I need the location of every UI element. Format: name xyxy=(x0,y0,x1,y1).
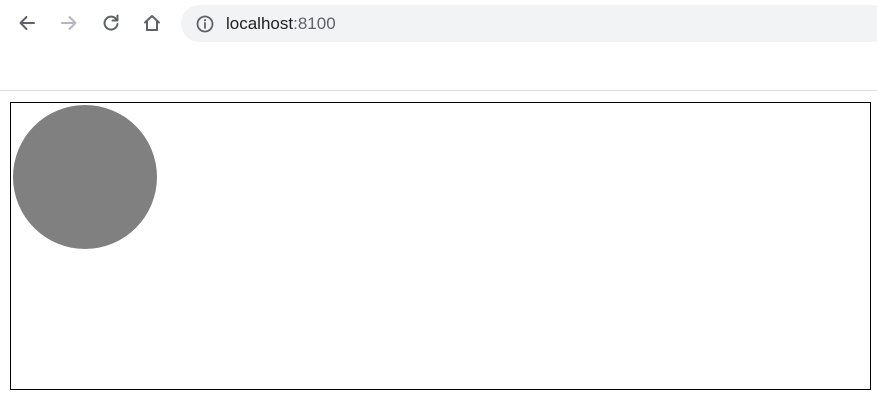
reload-icon[interactable] xyxy=(99,11,123,35)
url-text[interactable]: localhost:8100 xyxy=(226,14,336,34)
forward-arrow-icon[interactable] xyxy=(57,11,81,35)
home-icon[interactable] xyxy=(140,11,164,35)
game-canvas[interactable] xyxy=(10,102,871,390)
url-host: localhost xyxy=(226,14,294,33)
url-port: :8100 xyxy=(293,14,336,33)
toolbar-divider xyxy=(0,90,877,91)
browser-toolbar: localhost:8100 xyxy=(0,0,877,46)
address-bar[interactable]: localhost:8100 xyxy=(181,5,877,42)
info-icon[interactable] xyxy=(195,14,215,34)
back-arrow-icon[interactable] xyxy=(15,11,39,35)
gray-ball xyxy=(13,105,157,249)
